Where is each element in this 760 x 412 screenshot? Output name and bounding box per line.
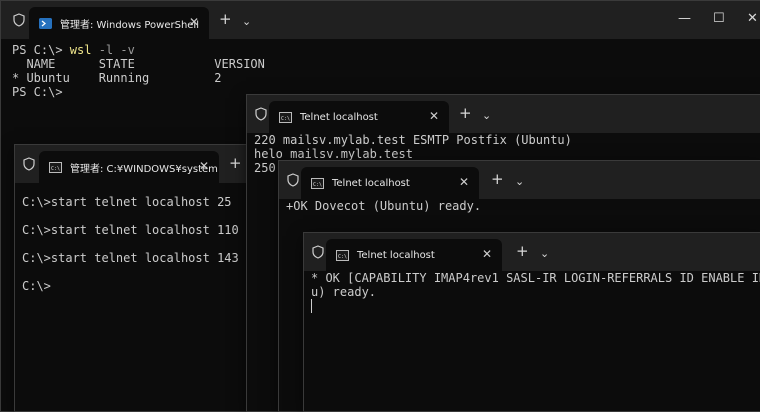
tab-label: Telnet localhost — [300, 111, 378, 123]
tab-label: Telnet localhost — [332, 177, 410, 189]
terminal-line: C:\>start telnet localhost 25 — [22, 195, 232, 209]
tab-label: 管理者: Windows PowerShell — [60, 19, 199, 31]
terminal-line: * Ubuntu Running 2 — [12, 71, 222, 85]
terminal-line: C:\>start telnet localhost 143 — [22, 251, 239, 265]
close-window-button[interactable]: ✕ — [747, 12, 758, 25]
close-tab-icon[interactable]: ✕ — [189, 16, 199, 28]
new-tab-button[interactable]: + — [459, 106, 472, 121]
chevron-down-icon[interactable]: ⌄ — [242, 14, 251, 29]
new-tab-button[interactable]: + — [219, 12, 232, 27]
terminal-line: 220 mailsv.mylab.test ESMTP Postfix (Ubu… — [254, 133, 572, 147]
telnet-icon: C:\ — [336, 249, 349, 261]
chevron-down-icon[interactable]: ⌄ — [540, 246, 549, 261]
chevron-down-icon[interactable]: ⌄ — [515, 174, 524, 189]
minimize-button[interactable]: — — [678, 12, 691, 25]
title-bar[interactable]: C:\ Telnet localhost ✕ + ⌄ — [247, 95, 760, 133]
tab-cmd[interactable]: C:\ 管理者: C:¥WINDOWS¥system ✕ — [39, 151, 219, 183]
tab-label: 管理者: C:¥WINDOWS¥system — [70, 163, 218, 175]
terminal-line: u) ready. — [311, 285, 377, 299]
title-bar[interactable]: C:\ Telnet localhost ✕ + ⌄ — [304, 233, 760, 271]
text-cursor — [311, 299, 312, 313]
chevron-down-icon[interactable]: ⌄ — [482, 108, 491, 123]
svg-text:C:\: C:\ — [51, 166, 60, 172]
terminal-line: PS C:\> — [12, 85, 63, 99]
terminal-area[interactable]: * OK [CAPABILITY IMAP4rev1 SASL-IR LOGIN… — [304, 271, 760, 411]
terminal-line: helo mailsv.mylab.test — [254, 147, 413, 161]
svg-text:C:\: C:\ — [313, 182, 322, 188]
tab-powershell[interactable]: 管理者: Windows PowerShell ✕ — [29, 7, 209, 39]
tab-telnet[interactable]: C:\ Telnet localhost ✕ — [326, 239, 502, 271]
shield-icon — [255, 107, 267, 121]
maximize-button[interactable]: ☐ — [713, 12, 725, 25]
new-tab-button[interactable]: + — [491, 172, 504, 187]
new-tab-button[interactable]: + — [516, 244, 529, 259]
telnet-imap-window: C:\ Telnet localhost ✕ + ⌄ * OK [CAPABIL… — [303, 232, 760, 412]
shield-icon — [287, 173, 299, 187]
title-bar[interactable]: C:\ Telnet localhost ✕ + ⌄ — [279, 161, 760, 199]
telnet-icon: C:\ — [311, 177, 324, 189]
command-prompt-icon: C:\ — [49, 161, 62, 173]
close-tab-icon[interactable]: ✕ — [199, 160, 209, 172]
terminal-line: C:\>start telnet localhost 110 — [22, 223, 239, 237]
terminal-line: NAME STATE VERSION — [12, 57, 265, 71]
close-tab-icon[interactable]: ✕ — [482, 248, 492, 260]
telnet-icon: C:\ — [279, 111, 292, 123]
terminal-line: 250 — [254, 161, 276, 175]
shield-icon — [23, 157, 35, 171]
terminal-line: +OK Dovecot (Ubuntu) ready. — [286, 199, 482, 213]
terminal-line: PS C:\> wsl -l -v — [12, 43, 135, 57]
tab-label: Telnet localhost — [357, 249, 435, 261]
terminal-line: C:\> — [22, 279, 51, 293]
svg-text:C:\: C:\ — [281, 116, 290, 122]
close-tab-icon[interactable]: ✕ — [459, 176, 469, 188]
tab-telnet[interactable]: C:\ Telnet localhost ✕ — [301, 167, 479, 199]
terminal-line: * OK [CAPABILITY IMAP4rev1 SASL-IR LOGIN… — [311, 271, 760, 285]
svg-text:C:\: C:\ — [338, 254, 347, 260]
close-tab-icon[interactable]: ✕ — [429, 110, 439, 122]
title-bar[interactable]: 管理者: Windows PowerShell ✕ + ⌄ — ☐ ✕ — [1, 1, 760, 39]
tab-telnet[interactable]: C:\ Telnet localhost ✕ — [269, 101, 449, 133]
shield-icon — [312, 245, 324, 259]
powershell-icon — [39, 17, 52, 29]
shield-icon — [13, 13, 25, 27]
new-tab-button[interactable]: + — [229, 156, 242, 171]
